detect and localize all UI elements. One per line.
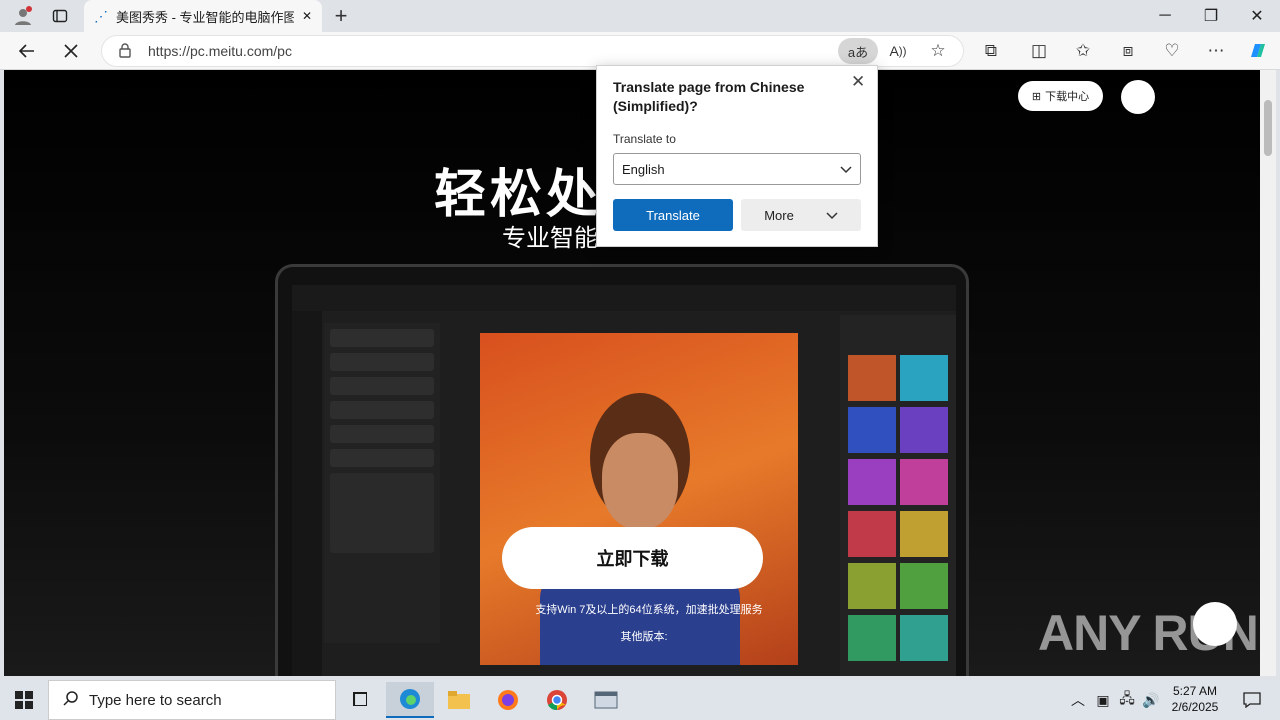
translate-popup: Translate page from Chinese (Simplified)…: [596, 65, 878, 247]
copilot-icon[interactable]: [1241, 35, 1275, 67]
profile-icon[interactable]: [6, 0, 40, 32]
notifications-icon[interactable]: [1232, 682, 1272, 718]
browser-essentials-icon[interactable]: ♡: [1155, 35, 1189, 67]
favorite-star-icon[interactable]: ☆: [921, 35, 955, 67]
address-bar[interactable]: https://pc.meitu.com/pc: [101, 35, 964, 67]
firefox-icon[interactable]: [484, 682, 532, 718]
more-button[interactable]: More: [741, 199, 861, 231]
close-icon[interactable]: ✕: [851, 72, 865, 92]
translate-button[interactable]: Translate: [613, 199, 733, 231]
loading-icon: ⋰: [94, 7, 108, 24]
taskbar-clock[interactable]: 5:27 AM 2/6/2025: [1160, 683, 1230, 715]
tab-title: 美图秀秀 - 专业智能的电脑作图软件: [116, 9, 294, 25]
translate-icon[interactable]: aあ: [838, 38, 878, 64]
app-window-icon[interactable]: [582, 682, 630, 718]
download-center-button[interactable]: ⊞ 下载中心: [1018, 81, 1103, 111]
chrome-icon[interactable]: [533, 682, 581, 718]
extensions-icon[interactable]: ⧉: [974, 35, 1008, 67]
download-center-label: 下载中心: [1045, 91, 1090, 103]
floating-button[interactable]: [1193, 602, 1237, 646]
language-select[interactable]: English: [613, 153, 861, 185]
close-window-icon[interactable]: ✕: [1234, 0, 1280, 32]
more-button-label: More: [764, 207, 794, 223]
hero-subtitle: 专业智能: [502, 225, 598, 252]
popup-title: Translate page from Chinese (Simplified)…: [613, 79, 805, 114]
show-hidden-icons[interactable]: ︿: [1064, 682, 1092, 718]
back-icon[interactable]: [10, 35, 44, 67]
app-toolbar: [292, 285, 956, 311]
settings-more-icon[interactable]: ⋯: [1199, 35, 1233, 67]
favorites-icon[interactable]: ✩: [1066, 35, 1100, 67]
taskbar-search[interactable]: Type here to search: [48, 680, 336, 720]
avatar[interactable]: [1121, 80, 1155, 114]
edge-taskbar-icon[interactable]: [386, 682, 434, 718]
new-tab-button[interactable]: +: [324, 0, 358, 32]
filter-panel: [840, 315, 956, 676]
app-screenshot: [292, 285, 956, 676]
minimize-icon[interactable]: ─: [1142, 0, 1188, 32]
restore-icon[interactable]: ❐: [1188, 0, 1234, 32]
tab-active[interactable]: ⋰ 美图秀秀 - 专业智能的电脑作图软件 ✕: [84, 0, 322, 32]
chevron-down-icon: [840, 162, 852, 177]
file-explorer-icon[interactable]: [435, 682, 483, 718]
task-view-icon[interactable]: ⧠: [336, 682, 384, 718]
chevron-down-icon: [826, 208, 838, 223]
meet-now-icon[interactable]: ▣: [1090, 682, 1116, 718]
other-versions-link[interactable]: 其他版本:: [564, 628, 724, 644]
windows-start-icon[interactable]: [0, 682, 48, 718]
network-icon[interactable]: 🖧: [1114, 682, 1140, 718]
url-text[interactable]: https://pc.meitu.com/pc: [148, 43, 292, 59]
app-panel: [324, 323, 440, 643]
close-tab-icon[interactable]: ✕: [302, 9, 312, 23]
split-screen-icon[interactable]: ◫: [1022, 35, 1056, 67]
selected-language: English: [622, 161, 665, 177]
support-text: 支持Win 7及以上的64位系统，加速批处理服务: [535, 604, 763, 616]
scrollbar-thumb[interactable]: [1264, 100, 1272, 156]
translate-to-label: Translate to: [613, 132, 676, 146]
scrollbar[interactable]: [1260, 70, 1276, 676]
read-aloud-icon[interactable]: A)): [881, 35, 915, 67]
search-icon: [63, 690, 79, 710]
tab-actions-icon[interactable]: [43, 0, 77, 32]
grid-icon: ⊞: [1031, 90, 1042, 103]
search-placeholder: Type here to search: [89, 691, 222, 709]
clock-date: 2/6/2025: [1171, 700, 1219, 714]
app-sidebar: [292, 311, 322, 676]
clock-time: 5:27 AM: [1172, 684, 1218, 698]
stop-loading-icon[interactable]: [54, 35, 88, 67]
lock-icon[interactable]: [102, 42, 148, 61]
collections-icon[interactable]: ⧈: [1111, 35, 1145, 67]
download-button[interactable]: 立即下载: [502, 527, 763, 589]
